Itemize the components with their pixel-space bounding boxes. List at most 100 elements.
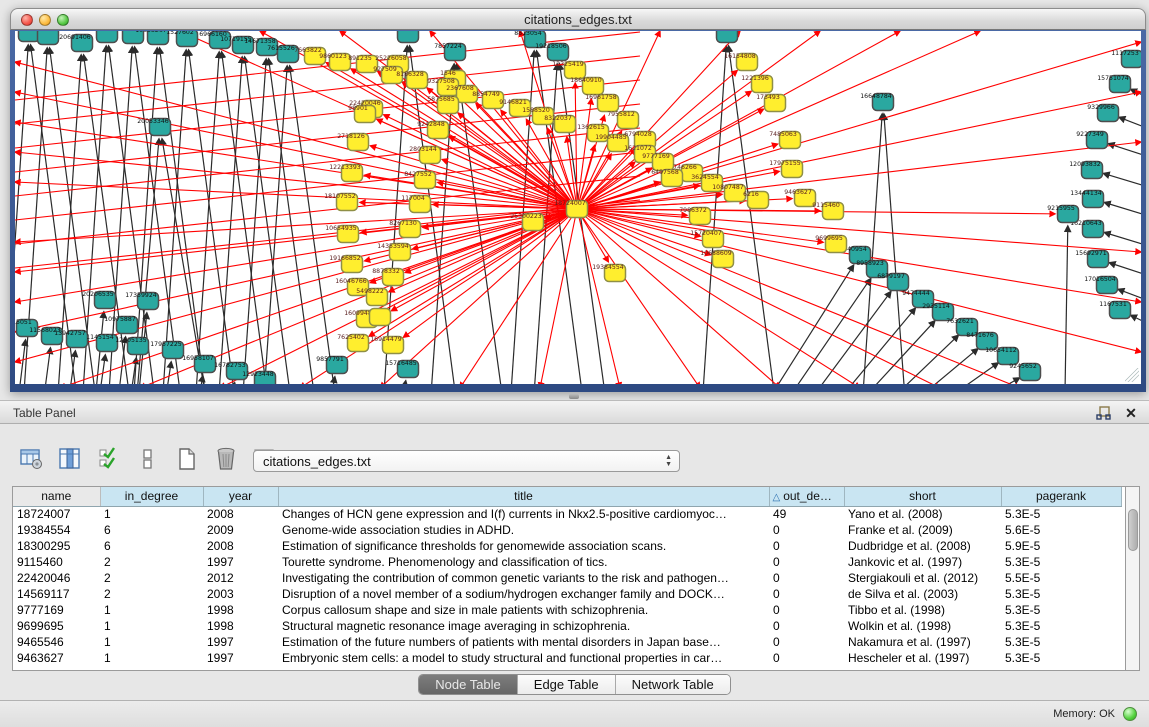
graph-node-yellow[interactable]: 5498222 bbox=[356, 288, 387, 306]
graph-node-teal[interactable] bbox=[38, 31, 59, 45]
table-row[interactable]: 969969511998Structural magnetic resonanc… bbox=[13, 618, 1121, 634]
table-cell[interactable]: Franke et al. (2009) bbox=[844, 522, 1001, 538]
graph-node-yellow[interactable]: 8878332 bbox=[372, 268, 403, 286]
close-panel-icon[interactable]: ✕ bbox=[1123, 405, 1139, 421]
table-cell[interactable]: Investigating the contribution of common… bbox=[278, 570, 769, 586]
table-cell[interactable]: 49 bbox=[769, 506, 844, 522]
table-cell[interactable]: Tibbo et al. (1998) bbox=[844, 602, 1001, 618]
table-cell[interactable]: 2008 bbox=[203, 506, 278, 522]
table-scrollbar-thumb[interactable] bbox=[1128, 509, 1138, 551]
graph-node-teal[interactable]: 20691406 bbox=[59, 34, 92, 52]
table-cell[interactable]: 2012 bbox=[203, 570, 278, 586]
table-cell[interactable]: 5.5E-5 bbox=[1001, 570, 1121, 586]
table-cell[interactable]: 14569117 bbox=[13, 586, 100, 602]
tab-edge-table[interactable]: Edge Table bbox=[518, 675, 616, 694]
table-cell[interactable]: 0 bbox=[769, 618, 844, 634]
graph-node-yellow[interactable]: 9699695 bbox=[815, 235, 846, 253]
table-cell[interactable]: Wolkin et al. (1998) bbox=[844, 618, 1001, 634]
graph-node-yellow[interactable]: 173493 bbox=[756, 94, 785, 112]
graph-node-teal[interactable]: 20053346 bbox=[137, 118, 170, 136]
table-cell[interactable]: 1997 bbox=[203, 634, 278, 650]
table-cell[interactable]: 5.3E-5 bbox=[1001, 650, 1121, 666]
table-row[interactable]: 1872400712008Changes of HCN gene express… bbox=[13, 506, 1121, 522]
column-header-out_de[interactable]: △out_de… bbox=[769, 487, 844, 506]
table-cell[interactable]: 1 bbox=[100, 506, 203, 522]
graph-node-yellow[interactable]: 8427552 bbox=[404, 171, 435, 189]
graph-node-teal[interactable]: 16648784 bbox=[860, 93, 893, 111]
table-row[interactable]: 946554611997Estimation of the future num… bbox=[13, 634, 1121, 650]
graph-node-yellow[interactable]: 9463627 bbox=[784, 189, 815, 207]
table-cell[interactable]: Disruption of a novel member of a sodium… bbox=[278, 586, 769, 602]
table-cell[interactable]: 1998 bbox=[203, 602, 278, 618]
graph-node-teal[interactable]: 1527602 bbox=[166, 31, 197, 47]
window-titlebar[interactable]: citations_edges.txt bbox=[10, 8, 1146, 30]
graph-node-yellow[interactable]: 7986372 bbox=[679, 207, 710, 225]
table-cell[interactable]: 0 bbox=[769, 586, 844, 602]
table-cell[interactable]: 1 bbox=[100, 634, 203, 650]
table-cell[interactable]: 2008 bbox=[203, 538, 278, 554]
graph-node-teal[interactable]: 19218506 bbox=[535, 43, 568, 61]
citation-network-graph[interactable]: 1405572420691406106532671527602696616010… bbox=[15, 31, 1141, 384]
graph-node-teal[interactable] bbox=[97, 31, 118, 43]
table-cell[interactable]: 0 bbox=[769, 522, 844, 538]
graph-node-teal[interactable]: 9227349 bbox=[1076, 131, 1107, 149]
table-cell[interactable]: 5.3E-5 bbox=[1001, 586, 1121, 602]
show-columns-button[interactable] bbox=[57, 446, 83, 472]
canvas-resize-grip[interactable] bbox=[1125, 368, 1139, 382]
table-cell[interactable]: 2003 bbox=[203, 586, 278, 602]
table-row[interactable]: 2242004622012Investigating the contribut… bbox=[13, 570, 1121, 586]
graph-node-yellow[interactable]: 12213393 bbox=[329, 164, 362, 182]
graph-node-yellow[interactable]: 6216 bbox=[743, 191, 768, 209]
table-cell[interactable]: 6 bbox=[100, 538, 203, 554]
graph-node-teal[interactable]: 10975887 bbox=[104, 316, 137, 334]
graph-node-teal[interactable]: 10654112 bbox=[985, 347, 1018, 365]
graph-node-yellow[interactable]: 2803144 bbox=[409, 146, 440, 164]
table-row[interactable]: 946362711997Embryonic stem cells: a mode… bbox=[13, 650, 1121, 666]
table-cell[interactable]: 5.3E-5 bbox=[1001, 554, 1121, 570]
table-cell[interactable]: Yano et al. (2008) bbox=[844, 506, 1001, 522]
table-cell[interactable]: 2 bbox=[100, 586, 203, 602]
graph-node-yellow[interactable]: 98901 bbox=[348, 105, 375, 123]
tab-node-table[interactable]: Node Table bbox=[419, 675, 518, 694]
table-cell[interactable]: Dudbridge et al. (2008) bbox=[844, 538, 1001, 554]
graph-node-teal[interactable]: 9245652 bbox=[1009, 363, 1040, 381]
row-height-button[interactable] bbox=[135, 446, 161, 472]
select-columns-button[interactable] bbox=[96, 446, 122, 472]
graph-node-teal[interactable]: 15751074 bbox=[1097, 75, 1130, 93]
graph-node-yellow[interactable]: 17975155 bbox=[769, 160, 802, 178]
graph-node-teal[interactable]: 12505135 bbox=[115, 337, 148, 355]
table-cell[interactable]: 1 bbox=[100, 618, 203, 634]
table-cell[interactable]: 9699695 bbox=[13, 618, 100, 634]
table-cell[interactable]: Structural magnetic resonance image aver… bbox=[278, 618, 769, 634]
table-row[interactable]: 911546021997Tourette syndrome. Phenomeno… bbox=[13, 554, 1121, 570]
graph-node-teal[interactable]: 1117253 bbox=[1111, 50, 1141, 68]
table-cell[interactable]: 5.9E-5 bbox=[1001, 538, 1121, 554]
graph-node-teal[interactable]: 7857224 bbox=[434, 43, 465, 61]
new-document-button[interactable] bbox=[174, 446, 200, 472]
table-scrollbar[interactable] bbox=[1125, 486, 1140, 671]
graph-node-teal[interactable]: 2687682 bbox=[706, 31, 737, 43]
table-cell[interactable]: de Silva et al. (2003) bbox=[844, 586, 1001, 602]
graph-node-teal[interactable]: 9857791 bbox=[316, 356, 347, 374]
graph-node-teal[interactable]: 6879197 bbox=[877, 273, 908, 291]
graph-node-teal[interactable]: 1145154 bbox=[86, 334, 117, 352]
table-cell[interactable]: 0 bbox=[769, 602, 844, 618]
tab-network-table[interactable]: Network Table bbox=[616, 675, 730, 694]
graph-node-yellow[interactable]: 1221396 bbox=[741, 75, 772, 93]
graph-node-teal[interactable]: 9329966 bbox=[1087, 104, 1118, 122]
float-panel-icon[interactable] bbox=[1095, 405, 1111, 421]
table-cell[interactable]: Tourette syndrome. Phenomenology and cla… bbox=[278, 554, 769, 570]
graph-node-yellow[interactable]: 16914479 bbox=[370, 336, 403, 354]
table-cell[interactable]: Estimation of the future numbers of pati… bbox=[278, 634, 769, 650]
table-cell[interactable]: 0 bbox=[769, 538, 844, 554]
table-cell[interactable]: 0 bbox=[769, 634, 844, 650]
table-cell[interactable]: Estimation of significance thresholds fo… bbox=[278, 538, 769, 554]
graph-node-yellow[interactable]: 5875685 bbox=[427, 96, 458, 114]
table-selector-dropdown[interactable]: citations_edges.txt ▲▼ bbox=[253, 450, 680, 472]
table-cell[interactable]: 1997 bbox=[203, 650, 278, 666]
graph-node-teal[interactable]: 16958107 bbox=[182, 355, 215, 373]
graph-node-yellow[interactable]: 19384554 bbox=[592, 264, 625, 282]
table-cell[interactable]: 18300295 bbox=[13, 538, 100, 554]
graph-node-yellow[interactable]: 18107552 bbox=[324, 193, 357, 211]
table-cell[interactable]: 18724007 bbox=[13, 506, 100, 522]
